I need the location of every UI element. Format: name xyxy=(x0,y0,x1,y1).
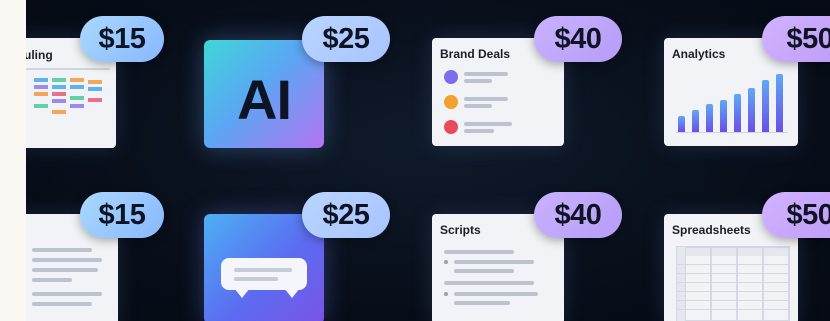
chart-bar xyxy=(776,74,783,132)
ai-logo-text: AI xyxy=(237,67,292,131)
bar-chart xyxy=(676,72,788,133)
chart-bar xyxy=(706,104,713,132)
brand-deals-title: Brand Deals xyxy=(440,47,511,61)
instagram-icon xyxy=(444,70,458,84)
chart-bar xyxy=(692,110,699,132)
calendar-grid xyxy=(26,68,110,138)
price-badge-50: $50 xyxy=(762,192,830,238)
price-badge-15: $15 xyxy=(80,192,164,238)
chart-bar xyxy=(762,80,769,132)
price-badge-25: $25 xyxy=(302,16,390,62)
price-badge-15: $15 xyxy=(80,16,164,62)
chat-tile xyxy=(204,214,324,321)
chat-bubble-icon xyxy=(221,258,307,290)
spreadsheets-title: Spreadsheets xyxy=(672,223,751,237)
scheduling-title: uling xyxy=(26,48,53,62)
chart-bar xyxy=(748,88,755,132)
price-badge-40: $40 xyxy=(534,192,622,238)
spreadsheet-grid xyxy=(676,246,790,321)
analytics-title: Analytics xyxy=(672,47,726,61)
chart-bar xyxy=(734,94,741,132)
chart-bar xyxy=(720,100,727,132)
ai-tile: AI xyxy=(204,40,324,148)
chart-bar xyxy=(678,116,685,132)
price-badge-50: $50 xyxy=(762,16,830,62)
chart-icon xyxy=(444,120,458,134)
pricing-tiles-showcase: uling $15 AI $25 Brand Deals $40 Analyti… xyxy=(26,0,830,321)
scripts-title: Scripts xyxy=(440,223,481,237)
price-badge-25: $25 xyxy=(302,192,390,238)
price-badge-40: $40 xyxy=(534,16,622,62)
coin-icon xyxy=(444,95,458,109)
